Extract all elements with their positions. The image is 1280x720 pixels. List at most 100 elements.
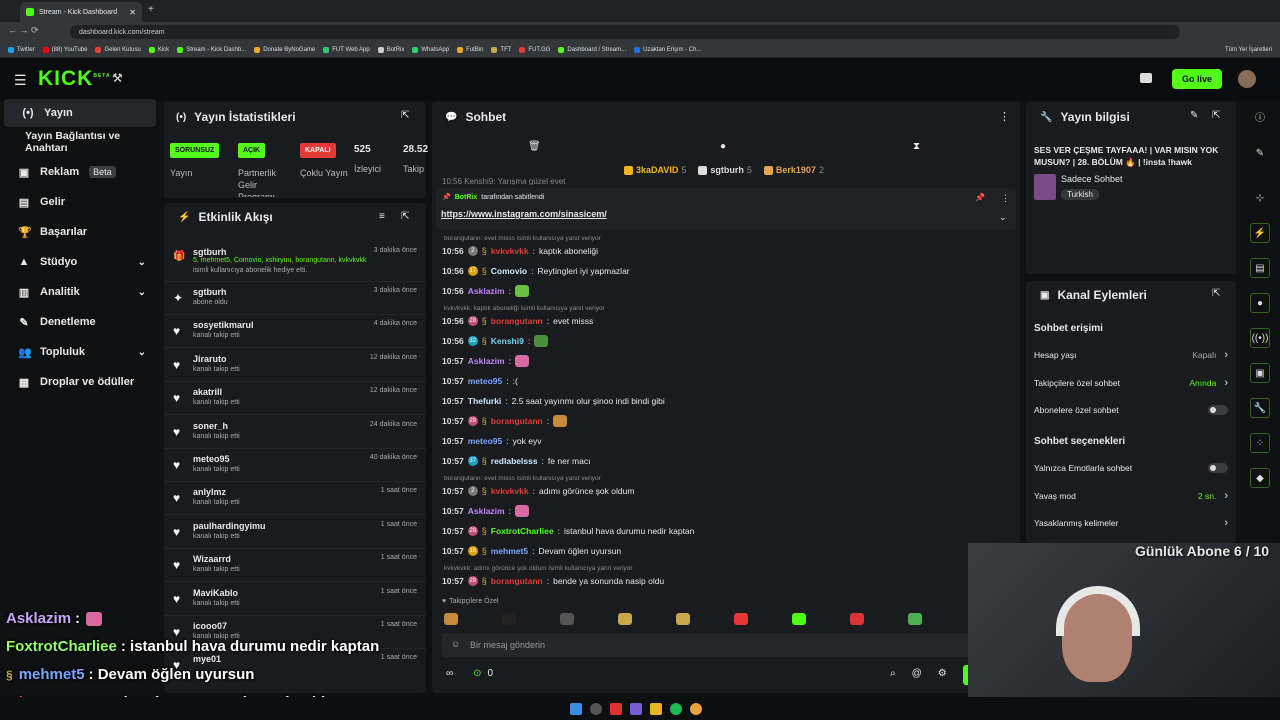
sidebar-item-2[interactable]: Yayın Bağlantısı ve Anahtarı bbox=[0, 128, 160, 156]
chat-icon[interactable]: ● bbox=[720, 141, 726, 152]
chat-username[interactable]: mehmet5 bbox=[491, 546, 528, 556]
bookmark-item[interactable]: (88) YouTube bbox=[42, 46, 87, 53]
bolt-icon[interactable]: ⚡ bbox=[1250, 223, 1270, 243]
popout-icon[interactable]: ⇱ bbox=[401, 211, 409, 222]
bookmark-item[interactable]: Gelen Kutusu bbox=[95, 46, 141, 53]
sidebar-item-3[interactable]: ▣ Reklam Beta bbox=[0, 158, 160, 186]
channel-action-row[interactable]: Yavaş mod 2 sn. › bbox=[1034, 486, 1228, 506]
emote-icon[interactable] bbox=[850, 613, 864, 625]
emote-icon[interactable] bbox=[618, 613, 632, 625]
all-bookmarks[interactable]: Tüm Yer İşaretleri bbox=[1225, 47, 1272, 53]
popout-icon[interactable]: ⇱ bbox=[1212, 110, 1220, 121]
go-live-button[interactable]: Go live bbox=[1172, 69, 1222, 89]
sidebar-item-9[interactable]: 👥 Topluluk ⌄ bbox=[0, 338, 160, 366]
broadcast-icon[interactable]: ((•)) bbox=[1250, 328, 1270, 348]
folder-icon[interactable] bbox=[650, 702, 662, 715]
emoji-icon[interactable]: ☺ bbox=[451, 639, 460, 649]
close-tab-icon[interactable]: ✕ bbox=[129, 8, 136, 17]
bookmark-item[interactable]: Twitter bbox=[8, 46, 35, 53]
bookmark-item[interactable]: FutBin bbox=[457, 46, 483, 53]
sidebar-item-7[interactable]: ▥ Analitik ⌄ bbox=[0, 278, 160, 306]
chat-input[interactable]: Bir mesaj gönderin bbox=[442, 633, 970, 657]
chat-username[interactable]: kvkvkvkk bbox=[491, 486, 529, 496]
gear-icon[interactable]: ⚙ bbox=[938, 668, 947, 679]
screen-icon[interactable] bbox=[1140, 73, 1152, 83]
search-icon[interactable]: ⌕ bbox=[890, 668, 896, 679]
pinned-link[interactable]: https://www.instagram.com/sinasicem/ bbox=[441, 209, 607, 219]
toggle-switch[interactable] bbox=[1208, 463, 1228, 473]
bookmark-item[interactable]: WhatsApp bbox=[412, 46, 449, 53]
filter-icon[interactable]: ≡ bbox=[379, 211, 385, 222]
popout-icon[interactable]: ⇱ bbox=[1212, 288, 1220, 299]
sidebar-item-6[interactable]: ▲ Stüdyo ⌄ bbox=[0, 248, 160, 276]
pinned-more-icon[interactable]: ⋮ bbox=[1001, 193, 1010, 204]
emote-icon[interactable] bbox=[444, 613, 458, 625]
bookmark-item[interactable]: Stream - Kick Dashb... bbox=[177, 46, 246, 53]
leaderboard-item[interactable]: Berk1907 2 bbox=[763, 165, 824, 175]
target-icon[interactable]: ⊹ bbox=[1250, 188, 1270, 208]
wrench-icon[interactable]: 🔧 bbox=[1250, 398, 1270, 418]
toggle-switch[interactable] bbox=[1208, 405, 1228, 415]
tag-icon[interactable]: ◆ bbox=[1250, 468, 1270, 488]
info-icon[interactable]: ⓘ bbox=[1250, 106, 1270, 126]
emote-icon[interactable] bbox=[792, 613, 806, 625]
hourglass-icon[interactable]: ⧗ bbox=[913, 141, 920, 152]
menu-icon[interactable]: ☰ bbox=[14, 72, 27, 89]
url-input[interactable]: dashboard.kick.com/stream bbox=[70, 25, 1180, 39]
popout-icon[interactable]: ⇱ bbox=[401, 110, 409, 121]
bookmark-item[interactable]: TFT bbox=[491, 46, 511, 53]
avatar[interactable] bbox=[1238, 70, 1256, 88]
app-icon[interactable] bbox=[610, 702, 622, 715]
sidebar-item-5[interactable]: 🏆 Başarılar bbox=[0, 218, 160, 246]
discord-icon[interactable] bbox=[630, 702, 642, 715]
trash-icon[interactable]: 🗑 bbox=[528, 141, 541, 152]
browser-tab[interactable]: Stream - Kick Dashboard ✕ bbox=[20, 2, 142, 22]
chevron-down-icon[interactable]: ⌄ bbox=[999, 212, 1007, 223]
spotify-icon[interactable] bbox=[670, 702, 682, 715]
more-options-icon[interactable]: ⋮ bbox=[999, 110, 1010, 123]
chat-username[interactable]: Comovio bbox=[491, 266, 527, 276]
chat-username[interactable]: Thefurki bbox=[468, 396, 502, 406]
bookmark-item[interactable]: FUT Web App bbox=[323, 46, 370, 53]
windows-start-icon[interactable] bbox=[570, 702, 582, 715]
bookmark-item[interactable]: BotRix bbox=[377, 46, 404, 53]
chat-username[interactable]: meteo95 bbox=[468, 436, 503, 446]
channel-action-row[interactable]: Yasaklanmış kelimeler › bbox=[1034, 513, 1228, 533]
chat-username[interactable]: borangutann bbox=[491, 316, 543, 326]
sidebar-item-8[interactable]: ✎ Denetleme bbox=[0, 308, 160, 336]
chat-username[interactable]: Asklazim bbox=[468, 356, 505, 366]
document-icon[interactable]: ▤ bbox=[1250, 258, 1270, 278]
bookmark-item[interactable]: Dashboard / Stream... bbox=[558, 46, 626, 53]
community-icon[interactable]: ∞ bbox=[446, 668, 453, 679]
chat-username[interactable]: FoxtrotCharliee bbox=[491, 526, 554, 536]
edit-icon[interactable]: ✎ bbox=[1190, 110, 1198, 121]
channel-action-row[interactable]: Hesap yaşı Kapalı › bbox=[1034, 345, 1228, 365]
layout-icon[interactable]: ▣ bbox=[1250, 363, 1270, 383]
chat-username[interactable]: Asklazim bbox=[468, 286, 505, 296]
channel-action-row[interactable]: Yalnızca Emotlarla sohbet bbox=[1034, 458, 1228, 478]
hammer-icon[interactable]: ⚒ bbox=[112, 71, 123, 85]
mention-icon[interactable]: @ bbox=[912, 668, 922, 679]
chat-username[interactable]: Asklazim bbox=[468, 506, 505, 516]
chat-icon[interactable]: ● bbox=[1250, 293, 1270, 313]
emote-icon[interactable] bbox=[502, 613, 516, 625]
kick-logo[interactable]: KICKBETA bbox=[38, 67, 111, 91]
new-tab-icon[interactable]: + bbox=[148, 4, 154, 15]
bookmark-item[interactable]: FUT.GG bbox=[519, 46, 550, 53]
emote-icon[interactable] bbox=[734, 613, 748, 625]
unpin-icon[interactable]: 📌 bbox=[975, 193, 985, 202]
back-forward-reload-icons[interactable]: ← → ⟳ bbox=[8, 25, 39, 36]
sidebar-item-10[interactable]: ▦ Droplar ve ödüller bbox=[0, 368, 160, 396]
emote-icon[interactable] bbox=[676, 613, 690, 625]
bookmark-item[interactable]: Kick bbox=[148, 46, 169, 53]
sidebar-item-1[interactable]: (•) Yayın bbox=[4, 99, 156, 127]
chat-username[interactable]: redlabelsss bbox=[491, 456, 538, 466]
leaderboard-item[interactable]: 3kaDAVID 5 bbox=[624, 165, 686, 175]
search-icon[interactable] bbox=[590, 702, 602, 715]
chat-username[interactable]: borangutann bbox=[491, 416, 543, 426]
chrome-icon[interactable] bbox=[690, 702, 702, 715]
chat-username[interactable]: kvkvkvkk bbox=[491, 246, 529, 256]
chat-username[interactable]: meteo95 bbox=[468, 376, 503, 386]
chat-username[interactable]: Kenshi9 bbox=[491, 336, 524, 346]
channel-action-row[interactable]: Abonelere özel sohbet bbox=[1034, 400, 1228, 420]
